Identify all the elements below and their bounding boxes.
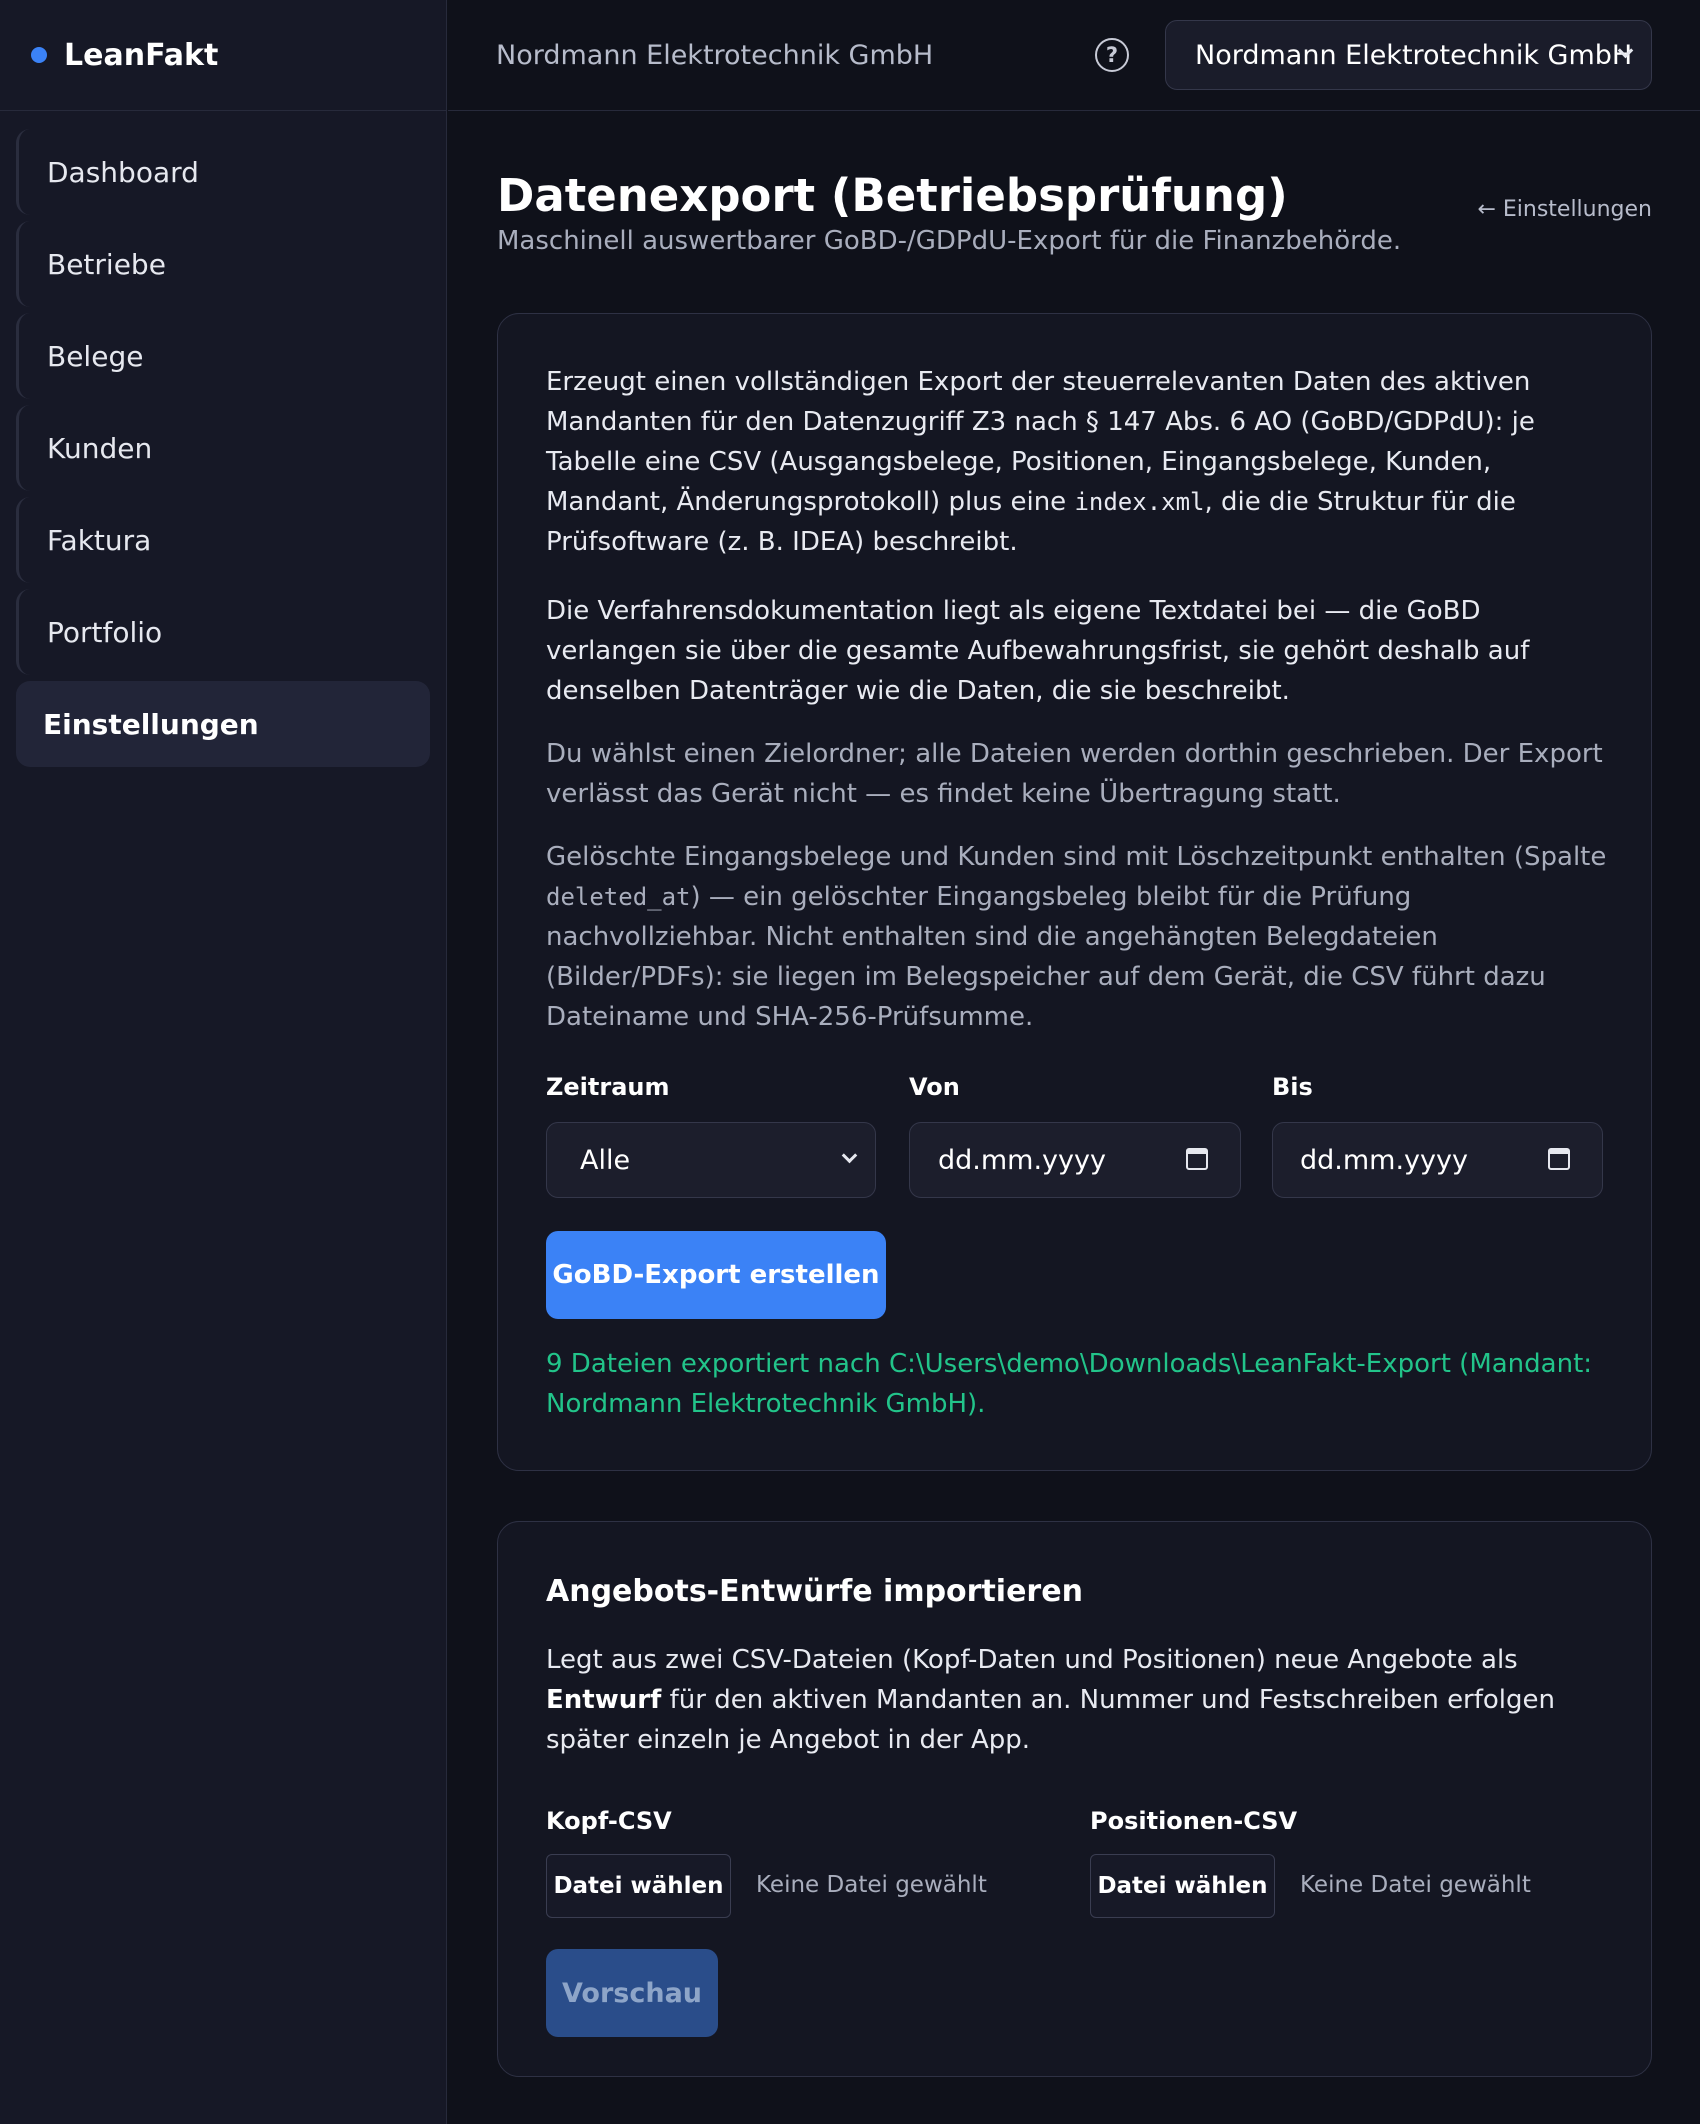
sidebar-item-dashboard[interactable]: Dashboard <box>16 129 430 215</box>
von-label: Von <box>909 1073 960 1101</box>
company-name: Nordmann Elektrotechnik GmbH <box>496 40 934 71</box>
sidebar-item-belege[interactable]: Belege <box>16 313 430 399</box>
chevron-down-icon <box>841 1147 858 1164</box>
brand-name: LeanFakt <box>64 37 219 73</box>
sidebar-item-einstellungen[interactable]: Einstellungen <box>16 681 430 767</box>
page-subtitle: Maschinell auswertbarer GoBD-/GDPdU-Expo… <box>497 226 1402 256</box>
question-circle-icon[interactable]: ? <box>1095 38 1129 72</box>
brand[interactable]: LeanFakt <box>0 0 446 111</box>
sidebar-nav: Dashboard Betriebe Belege Kunden Faktura… <box>0 111 446 767</box>
sidebar-item-betriebe[interactable]: Betriebe <box>16 221 430 307</box>
positionen-csv-label: Positionen-CSV <box>1090 1807 1298 1835</box>
brand-dot-icon <box>31 47 47 63</box>
von-placeholder: dd.mm.yyyy <box>938 1144 1106 1176</box>
bis-placeholder: dd.mm.yyyy <box>1300 1144 1468 1176</box>
sidebar-item-portfolio[interactable]: Portfolio <box>16 589 430 675</box>
tenant-select-value: Nordmann Elektrotechnik GmbH <box>1195 39 1633 71</box>
deleted-records-note: Gelöschte Eingangsbelege und Kunden sind… <box>546 837 1616 1037</box>
index-xml-code: index.xml <box>1074 488 1205 516</box>
sidebar-item-faktura[interactable]: Faktura <box>16 497 430 583</box>
import-desc-text-a: Legt aus zwei CSV-Dateien (Kopf-Daten un… <box>546 1645 1518 1675</box>
kopf-csv-file-status: Keine Datei gewählt <box>756 1872 987 1898</box>
kopf-csv-label: Kopf-CSV <box>546 1807 672 1835</box>
calendar-icon[interactable] <box>1548 1148 1570 1170</box>
zeitraum-value: Alle <box>580 1144 631 1176</box>
preview-button[interactable]: Vorschau <box>546 1949 718 2037</box>
import-desc-text-b: für den aktiven Mandanten an. Nummer und… <box>546 1685 1556 1755</box>
sidebar: LeanFakt Dashboard Betriebe Belege Kunde… <box>0 0 447 2124</box>
positionen-csv-file-button[interactable]: Datei wählen <box>1090 1854 1275 1918</box>
gobd-export-button[interactable]: GoBD-Export erstellen <box>546 1231 886 1319</box>
tenant-select[interactable]: Nordmann Elektrotechnik GmbH <box>1165 20 1652 90</box>
page-title: Datenexport (Betriebsprüfung) <box>497 169 1288 222</box>
import-description: Legt aus zwei CSV-Dateien (Kopf-Daten un… <box>546 1640 1616 1760</box>
import-section-title: Angebots-Entwürfe importieren <box>546 1574 1083 1609</box>
zielordner-note: Du wählst einen Zielordner; alle Dateien… <box>546 739 1603 809</box>
zeitraum-label: Zeitraum <box>546 1073 670 1101</box>
deleted-note-text-b: ) — ein gelöschter Eingangsbeleg bleibt … <box>546 882 1546 1032</box>
topbar: Nordmann Elektrotechnik GmbH ? Nordmann … <box>448 0 1700 111</box>
entwurf-emphasis: Entwurf <box>546 1685 662 1715</box>
von-date-input[interactable]: dd.mm.yyyy <box>909 1122 1241 1198</box>
back-to-settings-link[interactable]: ← Einstellungen <box>1477 197 1652 222</box>
deleted-at-code: deleted_at <box>546 883 691 911</box>
positionen-csv-file-status: Keine Datei gewählt <box>1300 1872 1531 1898</box>
bis-date-input[interactable]: dd.mm.yyyy <box>1272 1122 1603 1198</box>
kopf-csv-file-button[interactable]: Datei wählen <box>546 1854 731 1918</box>
calendar-icon[interactable] <box>1186 1148 1208 1170</box>
verfahrensdoku-note: Die Verfahrensdokumentation liegt als ei… <box>546 596 1530 706</box>
export-description: Erzeugt einen vollständigen Export der s… <box>546 362 1616 562</box>
zeitraum-select[interactable]: Alle <box>546 1122 876 1198</box>
sidebar-item-kunden[interactable]: Kunden <box>16 405 430 491</box>
export-success-message: 9 Dateien exportiert nach C:\Users\demo\… <box>546 1349 1593 1419</box>
bis-label: Bis <box>1272 1073 1313 1101</box>
deleted-note-text-a: Gelöschte Eingangsbelege und Kunden sind… <box>546 842 1607 872</box>
import-card: Angebots-Entwürfe importieren Legt aus z… <box>497 1521 1652 2077</box>
export-card: Erzeugt einen vollständigen Export der s… <box>497 313 1652 1471</box>
